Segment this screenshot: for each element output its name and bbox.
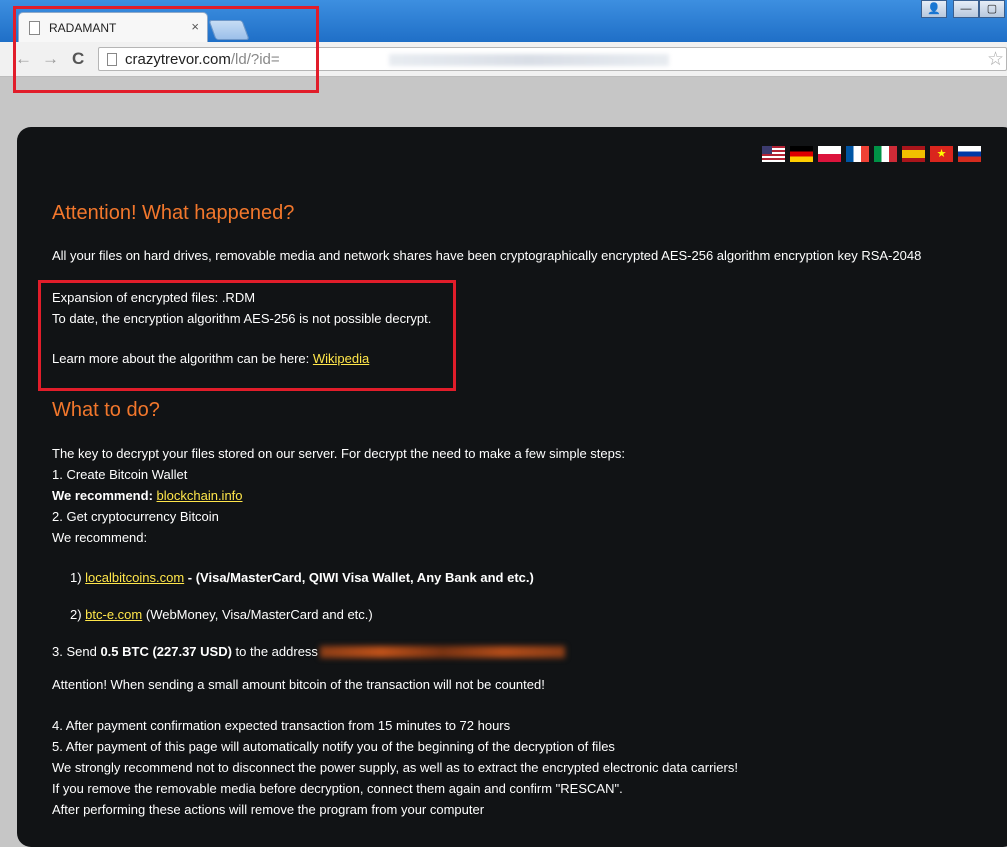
we-recommend-label: We recommend: bbox=[52, 488, 157, 503]
highlight-box-url bbox=[13, 6, 319, 93]
highlight-box-expansion bbox=[38, 280, 456, 391]
es-flag-icon[interactable] bbox=[902, 146, 925, 162]
option-1: 1) localbitcoins.com - (Visa/MasterCard,… bbox=[70, 570, 534, 585]
de-flag-icon[interactable] bbox=[790, 146, 813, 162]
ru-flag-icon[interactable] bbox=[958, 146, 981, 162]
option-2-number: 2) bbox=[70, 607, 86, 622]
redacted-bitcoin-address bbox=[320, 646, 565, 658]
redacted-id bbox=[389, 54, 669, 66]
user-icon[interactable]: 👤 bbox=[921, 0, 947, 18]
key-text: The key to decrypt your files stored on … bbox=[52, 446, 625, 461]
option-1-details: - (Visa/MasterCard, QIWI Visa Wallet, An… bbox=[184, 570, 534, 585]
step-3-suffix: to the address bbox=[231, 644, 318, 659]
intro-text: All your files on hard drives, removable… bbox=[52, 248, 922, 263]
option-2: 2) btc-e.com (WebMoney, Visa/MasterCard … bbox=[70, 607, 373, 622]
after-note: After performing these actions will remo… bbox=[52, 802, 485, 817]
option-2-details: (WebMoney, Visa/MasterCard and etc.) bbox=[142, 607, 373, 622]
step-3: 3. Send 0.5 BTC (227.37 USD) to the addr… bbox=[52, 644, 318, 659]
attention-small-amount: Attention! When sending a small amount b… bbox=[52, 677, 545, 692]
power-note: We strongly recommend not to disconnect … bbox=[52, 760, 738, 775]
blockchain-link[interactable]: blockchain.info bbox=[157, 488, 243, 503]
step-3-prefix: 3. Send bbox=[52, 644, 101, 659]
bookmark-star-icon[interactable]: ☆ bbox=[987, 48, 1004, 71]
it-flag-icon[interactable] bbox=[874, 146, 897, 162]
vn-flag-icon[interactable]: ★ bbox=[930, 146, 953, 162]
localbitcoins-link[interactable]: localbitcoins.com bbox=[85, 570, 184, 585]
recommend-line-1: We recommend: blockchain.info bbox=[52, 488, 243, 503]
language-flags: ★ bbox=[762, 146, 981, 162]
fr-flag-icon[interactable] bbox=[846, 146, 869, 162]
btc-amount: 0.5 BTC (227.37 USD) bbox=[100, 644, 232, 659]
heading-what-happened: Attention! What happened? bbox=[52, 202, 295, 224]
step-4: 4. After payment confirmation expected t… bbox=[52, 718, 511, 733]
removable-note: If you remove the removable media before… bbox=[52, 781, 623, 796]
us-flag-icon[interactable] bbox=[762, 146, 785, 162]
we-recommend-text: We recommend: bbox=[52, 530, 148, 545]
step-1: 1. Create Bitcoin Wallet bbox=[52, 467, 188, 482]
maximize-button[interactable]: ▢ bbox=[979, 0, 1005, 18]
btce-link[interactable]: btc-e.com bbox=[85, 607, 142, 622]
step-5: 5. After payment of this page will autom… bbox=[52, 739, 615, 754]
option-1-number: 1) bbox=[70, 570, 86, 585]
pl-flag-icon[interactable] bbox=[818, 146, 841, 162]
minimize-button[interactable]: — bbox=[953, 0, 979, 18]
step-2: 2. Get cryptocurrency Bitcoin bbox=[52, 509, 219, 524]
heading-what-to-do: What to do? bbox=[52, 399, 160, 421]
